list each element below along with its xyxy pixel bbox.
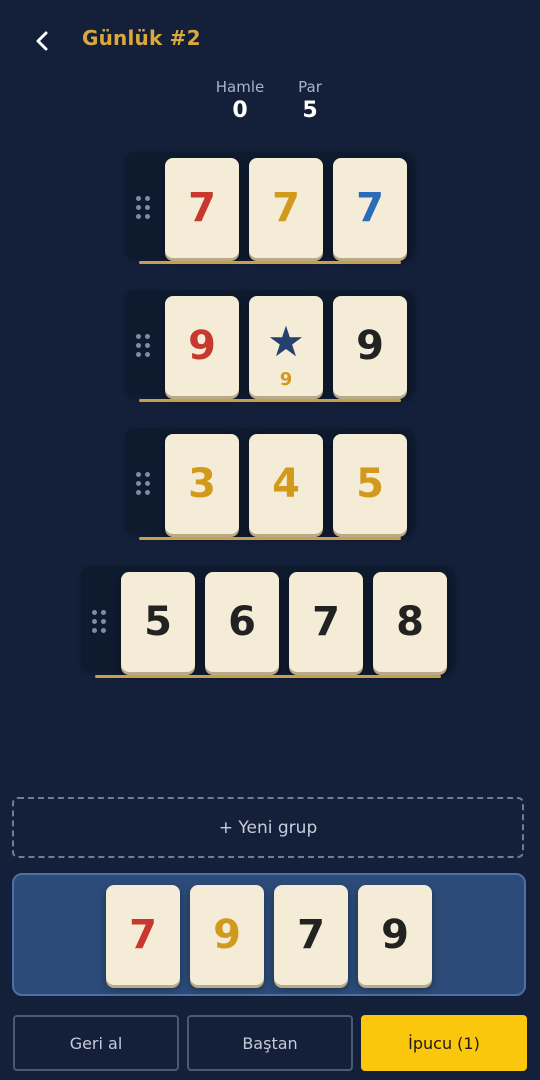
tile-number: 7 [312,599,340,645]
tile-number: 7 [356,185,384,231]
handle-dot [136,343,141,348]
handle-dot [136,490,141,495]
handle-dot [136,472,141,477]
par-label: Par [298,78,322,96]
drag-handle-icon[interactable] [133,196,153,222]
tile-number: 5 [144,599,172,645]
top-bar: Günlük #2 [0,0,540,80]
chevron-left-icon [36,31,48,51]
handle-dot [145,490,150,495]
tile-number: 7 [188,185,216,231]
handle-dot [145,205,150,210]
number-tile[interactable]: 7 [165,158,239,258]
handle-dot [92,610,97,615]
handle-dot [92,619,97,624]
par-value: 5 [302,98,318,123]
drag-handle-icon[interactable] [133,472,153,498]
undo-button[interactable]: Geri al [13,1015,179,1071]
handle-dot [136,481,141,486]
tile-group: 5 6 7 8 [81,566,455,678]
tile-group: 3 4 5 [125,428,415,540]
tile-number: 7 [297,912,325,958]
rack-tile[interactable]: 7 [106,885,180,985]
handle-dot [145,352,150,357]
tile-number: 7 [272,185,300,231]
rack-tile[interactable]: 7 [274,885,348,985]
number-tile[interactable]: 8 [373,572,447,672]
hint-button[interactable]: İpucu (1) [361,1015,527,1071]
group-underline [139,537,401,540]
handle-dot [145,334,150,339]
number-tile[interactable]: 9 [333,296,407,396]
tile-number: 9 [213,912,241,958]
tile-number: 8 [396,599,424,645]
joker-value: 9 [279,369,293,390]
rack-tile[interactable]: 9 [190,885,264,985]
number-tile[interactable]: 5 [121,572,195,672]
handle-dot [136,334,141,339]
back-button[interactable] [28,26,56,56]
number-tile[interactable]: 7 [249,158,323,258]
number-tile[interactable]: 6 [205,572,279,672]
tile-number: 3 [188,461,216,507]
tile-group: 9 ★ 9 9 [125,290,415,402]
tile-group: 7 7 7 [125,152,415,264]
joker-tile[interactable]: ★ 9 [249,296,323,396]
number-tile[interactable]: 7 [333,158,407,258]
rack-tile[interactable]: 9 [358,885,432,985]
drag-handle-icon[interactable] [133,334,153,360]
handle-dot [145,343,150,348]
handle-dot [136,214,141,219]
handle-dot [145,481,150,486]
tile-number: 9 [381,912,409,958]
handle-dot [136,352,141,357]
handle-dot [145,214,150,219]
tile-number: 7 [129,912,157,958]
group-underline [95,675,441,678]
stats-bar: Hamle 0 Par 5 [0,78,540,128]
tile-number: 5 [356,461,384,507]
handle-dot [136,205,141,210]
handle-dot [145,196,150,201]
restart-button[interactable]: Baştan [187,1015,353,1071]
handle-dot [145,472,150,477]
par-stat: Par 5 [275,78,345,123]
handle-dot [92,628,97,633]
number-tile[interactable]: 3 [165,434,239,534]
page-title: Günlük #2 [82,26,201,50]
group-underline [139,261,401,264]
handle-dot [101,619,106,624]
moves-label: Hamle [215,78,265,96]
number-tile[interactable]: 9 [165,296,239,396]
moves-value: 0 [232,98,248,123]
new-group-button[interactable]: + Yeni grup [12,797,524,858]
handle-dot [136,196,141,201]
number-tile[interactable]: 4 [249,434,323,534]
group-underline [139,399,401,402]
handle-dot [101,628,106,633]
number-tile[interactable]: 7 [289,572,363,672]
tile-rack: 7 9 7 9 [12,873,526,996]
tile-number: 9 [356,323,384,369]
star-icon: ★ [267,316,305,366]
tile-number: 9 [188,323,216,369]
number-tile[interactable]: 5 [333,434,407,534]
moves-stat: Hamle 0 [205,78,275,123]
tile-number: 6 [228,599,256,645]
drag-handle-icon[interactable] [89,610,109,636]
tile-number: 4 [272,461,300,507]
handle-dot [101,610,106,615]
